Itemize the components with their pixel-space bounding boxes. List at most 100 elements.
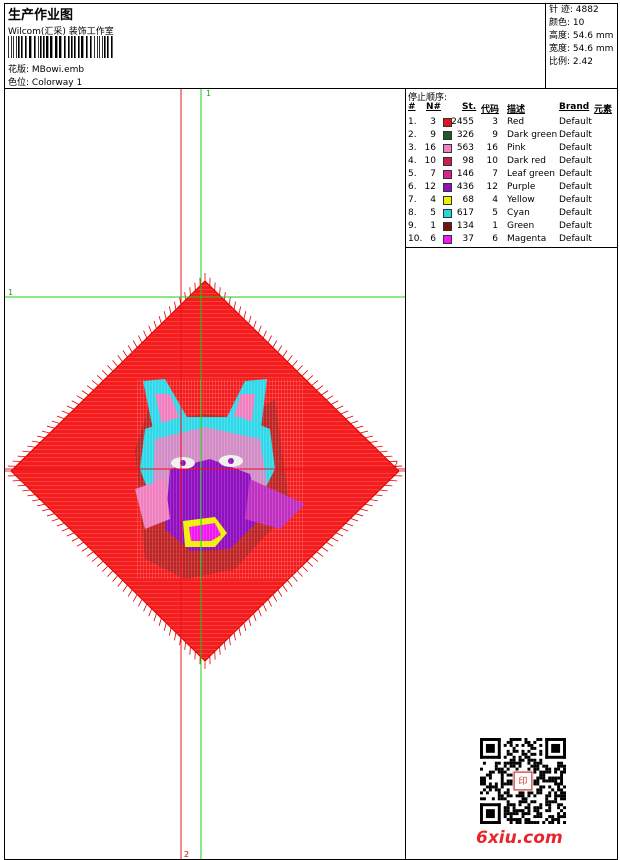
cell-brand: Default [559,130,592,140]
color-swatch [443,196,452,205]
cell-desc: Red [507,117,525,127]
color-swatch [443,144,452,153]
col-idx: # [408,102,416,112]
cell-n: 12 [424,182,436,192]
color-swatch [443,170,452,179]
cell-desc: Purple [507,182,536,192]
cell-desc: Cyan [507,208,530,218]
cell-brand: Default [559,208,592,218]
color-swatch [443,157,452,166]
cell-idx: 6. [408,182,417,192]
cell-idx: 7. [408,195,417,205]
table-row: 9. 1 134 1 Green Default [408,220,618,233]
cell-code: 4 [492,195,498,205]
stat-height: 高度: 54.6 mm [549,31,614,41]
cell-desc: Leaf green [507,169,555,179]
cell-st: 68 [462,195,474,205]
design-preview: 1 1 2 2 [4,88,406,860]
cell-st: 134 [456,221,474,231]
cell-desc: Pink [507,143,526,153]
cell-st: 98 [462,156,474,166]
guide-label-v1: 1 [206,89,211,98]
cell-st: 436 [456,182,474,192]
cell-n: 9 [430,130,436,140]
guide-label-v2: 2 [184,850,189,859]
col-element: 元素 [594,105,613,115]
stat-width: 宽度: 54.6 mm [549,44,614,54]
col-brand: Brand [559,102,590,112]
color-swatch [443,183,452,192]
guide-label-h1: 1 [8,288,13,297]
cell-brand: Default [559,169,592,179]
stat-ratio: 比例: 2.42 [549,57,593,67]
table-row: 3. 16 563 16 Pink Default [408,142,618,155]
cell-desc: Magenta [507,234,547,244]
cell-code: 3 [492,117,498,127]
cell-n: 3 [430,117,436,127]
watermark: 6xiu.com [476,828,563,848]
table-row: 1. 3 2455 3 Red Default [408,116,618,129]
cell-n: 4 [430,195,436,205]
color-swatch [443,222,452,231]
cell-idx: 9. [408,221,417,231]
col-code: 代码 [481,105,500,115]
cell-n: 6 [430,234,436,244]
cell-idx: 4. [408,156,417,166]
table-row: 10. 6 37 6 Magenta Default [408,233,618,246]
cell-idx: 1. [408,117,417,127]
stats-panel: 针 迹: 4882 颜色: 10 高度: 54.6 mm 宽度: 54.6 mm… [545,4,620,88]
cell-brand: Default [559,143,592,153]
cell-code: 7 [492,169,498,179]
cell-brand: Default [559,156,592,166]
qr-code-icon: 印 [480,738,566,824]
guide-label-h2: 2 [393,460,398,469]
cell-st: 2455 [451,117,474,127]
table-divider [406,247,617,248]
cell-code: 6 [492,234,498,244]
cell-idx: 2. [408,130,417,140]
embroidery-design: 1 1 2 2 [5,89,405,859]
cell-desc: Dark green [507,130,558,140]
cell-brand: Default [559,182,592,192]
header-frame [4,3,618,89]
cell-st: 326 [456,130,474,140]
cell-st: 563 [456,143,474,153]
cell-n: 7 [430,169,436,179]
cell-brand: Default [559,234,592,244]
color-swatch [443,209,452,218]
cell-brand: Default [559,117,592,127]
cell-code: 16 [486,143,498,153]
col-n: N# [426,102,442,112]
color-swatch [443,235,452,244]
stat-stitches: 针 迹: 4882 [549,5,599,15]
color-swatch [443,131,452,140]
table-row: 6. 12 436 12 Purple Default [408,181,618,194]
cell-brand: Default [559,221,592,231]
stat-colors: 颜色: 10 [549,18,585,28]
table-header: # N# St. 代码 描述 Brand 元素 [408,102,618,115]
cell-idx: 3. [408,143,417,153]
table-row: 7. 4 68 4 Yellow Default [408,194,618,207]
cell-desc: Dark red [507,156,546,166]
cell-code: 10 [486,156,498,166]
cell-n: 5 [430,208,436,218]
table-row: 5. 7 146 7 Leaf green Default [408,168,618,181]
cell-st: 146 [456,169,474,179]
svg-text:印: 印 [519,775,528,787]
table-row: 4. 10 98 10 Dark red Default [408,155,618,168]
cell-idx: 10. [408,234,423,244]
cell-st: 617 [456,208,474,218]
cell-idx: 8. [408,208,417,218]
cell-n: 1 [430,221,436,231]
cell-desc: Green [507,221,535,231]
color-swatch [443,118,452,127]
cell-n: 16 [424,143,436,153]
cell-code: 1 [492,221,498,231]
cell-desc: Yellow [507,195,535,205]
col-desc: 描述 [507,105,526,115]
cell-idx: 5. [408,169,417,179]
cell-brand: Default [559,195,592,205]
fox-face-motif [135,379,305,579]
cell-code: 9 [492,130,498,140]
cell-code: 12 [486,182,498,192]
